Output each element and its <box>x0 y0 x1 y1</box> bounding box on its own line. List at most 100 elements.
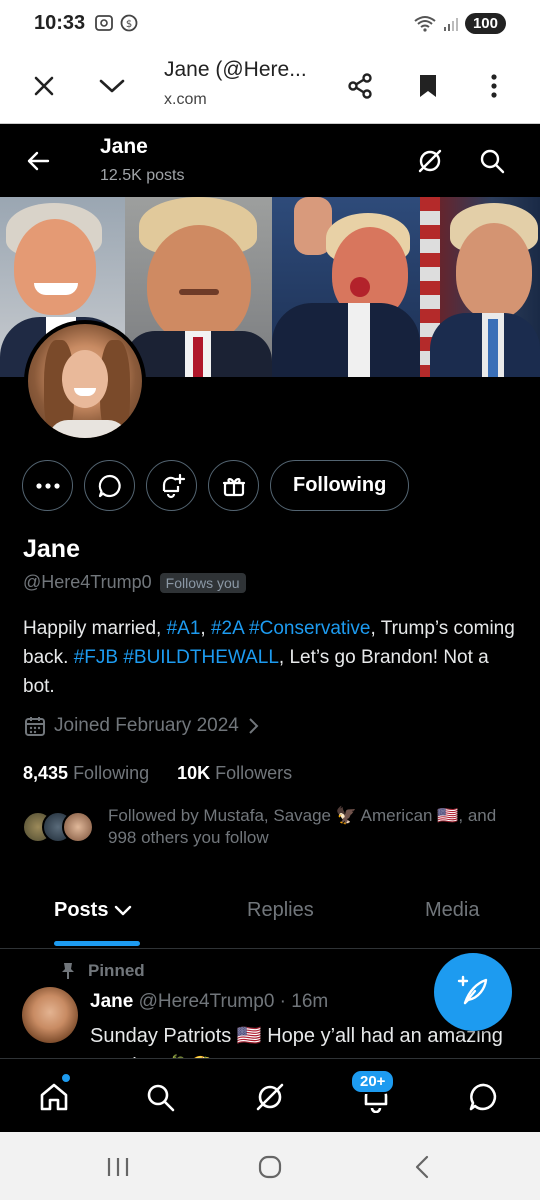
active-tab-indicator <box>54 941 140 946</box>
status-system-icons: 100 <box>413 13 506 34</box>
mutual-avatar <box>62 811 94 843</box>
recent-apps-icon <box>107 1158 129 1176</box>
search-icon <box>147 1084 175 1112</box>
grok-icon <box>256 1083 284 1111</box>
wifi-icon <box>414 15 436 32</box>
more-vertical-icon <box>491 74 497 98</box>
profile-actions: Following <box>22 460 410 512</box>
grok-icon <box>418 149 442 173</box>
minimize-tab-button[interactable] <box>92 66 132 106</box>
back-system-button[interactable] <box>406 1152 438 1182</box>
profile-display-name: Jane <box>23 535 80 563</box>
banner-photo-4 <box>420 197 540 377</box>
nav-messages[interactable] <box>464 1077 504 1117</box>
following-button[interactable]: Following <box>270 460 410 511</box>
hashtag-link[interactable]: #A1 <box>167 618 201 639</box>
following-count: 8,435 <box>23 763 69 783</box>
banner-photo-2 <box>125 197 272 377</box>
post-author-name[interactable]: Jane <box>90 991 133 1012</box>
profile-handle-row: @Here4Trump0 Follows you <box>23 572 246 593</box>
more-horizontal-icon <box>35 482 60 489</box>
search-icon <box>480 149 505 174</box>
recent-apps-button[interactable] <box>102 1152 134 1182</box>
status-time: 10:33 <box>34 12 86 34</box>
joined-date-row[interactable]: Joined February 2024 <box>24 715 259 737</box>
back-button[interactable] <box>20 143 56 179</box>
close-tab-button[interactable] <box>24 66 64 106</box>
chevron-left-icon <box>415 1155 429 1179</box>
grok-button[interactable] <box>412 143 448 179</box>
calendar-icon <box>25 717 45 736</box>
app-notification-icon: $ <box>120 14 138 32</box>
nav-search[interactable] <box>140 1077 180 1117</box>
profile-handle: @Here4Trump0 <box>23 572 152 592</box>
header-profile-name: Jane <box>100 135 148 158</box>
status-notification-icons: $ <box>94 14 138 32</box>
bio-text: , <box>200 618 211 639</box>
following-label: Following <box>73 763 150 783</box>
followers-count: 10K <box>177 763 211 783</box>
following-count-link[interactable]: 8,435 Following <box>23 763 149 784</box>
compose-post-button[interactable] <box>434 953 512 1031</box>
bookmark-button[interactable] <box>408 66 448 106</box>
profile-bio: Happily married, #A1, #2A #Conservative,… <box>23 614 523 701</box>
joined-date: Joined February 2024 <box>54 715 239 736</box>
home-icon <box>40 1083 68 1111</box>
system-nav-bar <box>0 1132 540 1200</box>
notifications-badge: 20+ <box>350 1069 396 1094</box>
search-button[interactable] <box>474 143 510 179</box>
battery-indicator: 100 <box>464 13 506 34</box>
home-circle-icon <box>258 1155 282 1179</box>
gift-icon <box>222 477 245 496</box>
hashtag-link[interactable]: #FJB <box>74 647 118 668</box>
tab-media[interactable]: Media <box>425 899 479 922</box>
chevron-down-icon <box>115 905 132 915</box>
tab-posts-label: Posts <box>54 899 109 921</box>
screenshot-icon <box>95 15 113 31</box>
compose-feather-icon <box>457 975 488 1005</box>
message-button[interactable] <box>84 460 135 511</box>
more-actions-button[interactable] <box>22 460 73 511</box>
post-author-avatar[interactable] <box>22 987 78 1043</box>
chevron-down-icon <box>99 79 125 93</box>
follows-you-badge: Follows you <box>159 572 246 593</box>
more-options-button[interactable] <box>474 66 514 106</box>
hashtag-link[interactable]: #BUILDTHEWALL <box>123 647 279 668</box>
tab-replies[interactable]: Replies <box>247 899 314 922</box>
profile-avatar[interactable] <box>24 320 146 442</box>
notifications-subscribe-button[interactable] <box>146 460 197 511</box>
hashtag-link[interactable]: #2A <box>211 618 244 639</box>
gift-button[interactable] <box>208 460 259 511</box>
share-button[interactable] <box>340 66 380 106</box>
follow-counts: 8,435 Following 10K Followers <box>23 763 292 784</box>
browser-page-title: Jane (@Here... <box>164 58 307 81</box>
message-bubble-icon <box>469 1083 497 1111</box>
post-text[interactable]: Sunday Patriots 🇺🇸 Hope y’all had an ama… <box>90 1021 510 1058</box>
profile-top-nav: Jane 12.5K posts <box>0 125 540 197</box>
profile-page: Jane 12.5K posts Following Jane @Here4Tr… <box>0 125 540 1058</box>
browser-toolbar: Jane (@Here... x.com <box>0 48 540 124</box>
followed-by-row[interactable]: Followed by Mustafa, Savage 🦅 American 🇺… <box>22 805 522 855</box>
post-header: Jane @Here4Trump0 · 16m <box>90 991 328 1013</box>
pin-icon <box>62 963 74 979</box>
profile-tabs: Posts Replies Media <box>0 893 540 949</box>
svg-text:$: $ <box>126 19 132 30</box>
bio-text: Happily married, <box>23 618 167 639</box>
home-system-button[interactable] <box>254 1152 286 1182</box>
bookmark-icon <box>420 75 436 97</box>
tab-posts[interactable]: Posts <box>54 899 132 922</box>
pinned-label: Pinned <box>88 961 145 980</box>
pinned-indicator: Pinned <box>60 961 145 981</box>
status-bar: 10:33 $ 100 <box>0 0 540 48</box>
banner-photo-3 <box>272 197 420 377</box>
signal-icon <box>443 17 458 31</box>
arrow-left-icon <box>27 151 50 171</box>
bottom-nav: 20+ <box>0 1058 540 1132</box>
followed-by-text: Followed by Mustafa, Savage 🦅 American 🇺… <box>108 806 497 847</box>
chevron-right-icon <box>249 718 259 734</box>
browser-url: x.com <box>164 91 207 108</box>
followers-count-link[interactable]: 10K Followers <box>177 763 292 784</box>
nav-grok[interactable] <box>250 1077 290 1117</box>
header-posts-count: 12.5K posts <box>100 167 185 184</box>
hashtag-link[interactable]: #Conservative <box>249 618 370 639</box>
